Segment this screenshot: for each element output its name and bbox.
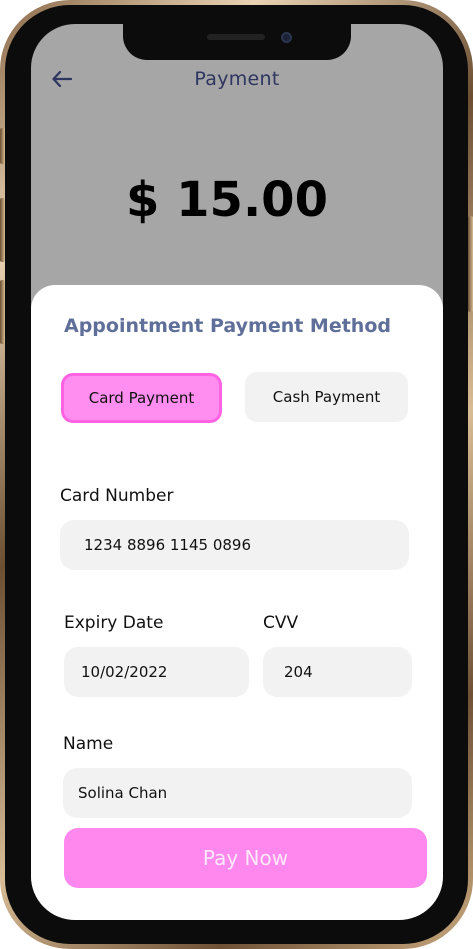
front-camera-icon (281, 32, 292, 43)
payment-amount: $ 15.00 (126, 172, 328, 228)
card-payment-button[interactable]: Card Payment (61, 373, 222, 423)
cvv-field[interactable]: 204 (263, 647, 412, 697)
speaker-grille (207, 34, 265, 40)
app-screen: Payment $ 15.00 Appointment Payment Meth… (31, 24, 443, 920)
phone-notch (123, 22, 351, 60)
pay-now-button[interactable]: Pay Now (64, 828, 427, 888)
page-title: Payment (194, 68, 280, 90)
name-value: Solina Chan (78, 784, 168, 802)
section-title: Appointment Payment Method (64, 315, 391, 337)
power-button (468, 216, 473, 312)
name-field[interactable]: Solina Chan (63, 768, 412, 818)
expiry-date-value: 10/02/2022 (81, 663, 168, 681)
card-number-field[interactable]: 1234 8896 1145 0896 (60, 520, 409, 570)
payment-sheet: Appointment Payment Method Card Payment … (31, 285, 443, 920)
expiry-date-field[interactable]: 10/02/2022 (64, 647, 249, 697)
phone-frame: Payment $ 15.00 Appointment Payment Meth… (0, 0, 473, 949)
card-number-label: Card Number (60, 486, 174, 506)
card-number-value: 1234 8896 1145 0896 (84, 536, 251, 554)
cvv-value: 204 (284, 663, 313, 681)
cash-payment-button[interactable]: Cash Payment (245, 372, 408, 422)
cvv-label: CVV (263, 613, 299, 633)
expiry-date-label: Expiry Date (64, 613, 164, 633)
name-label: Name (63, 734, 114, 754)
